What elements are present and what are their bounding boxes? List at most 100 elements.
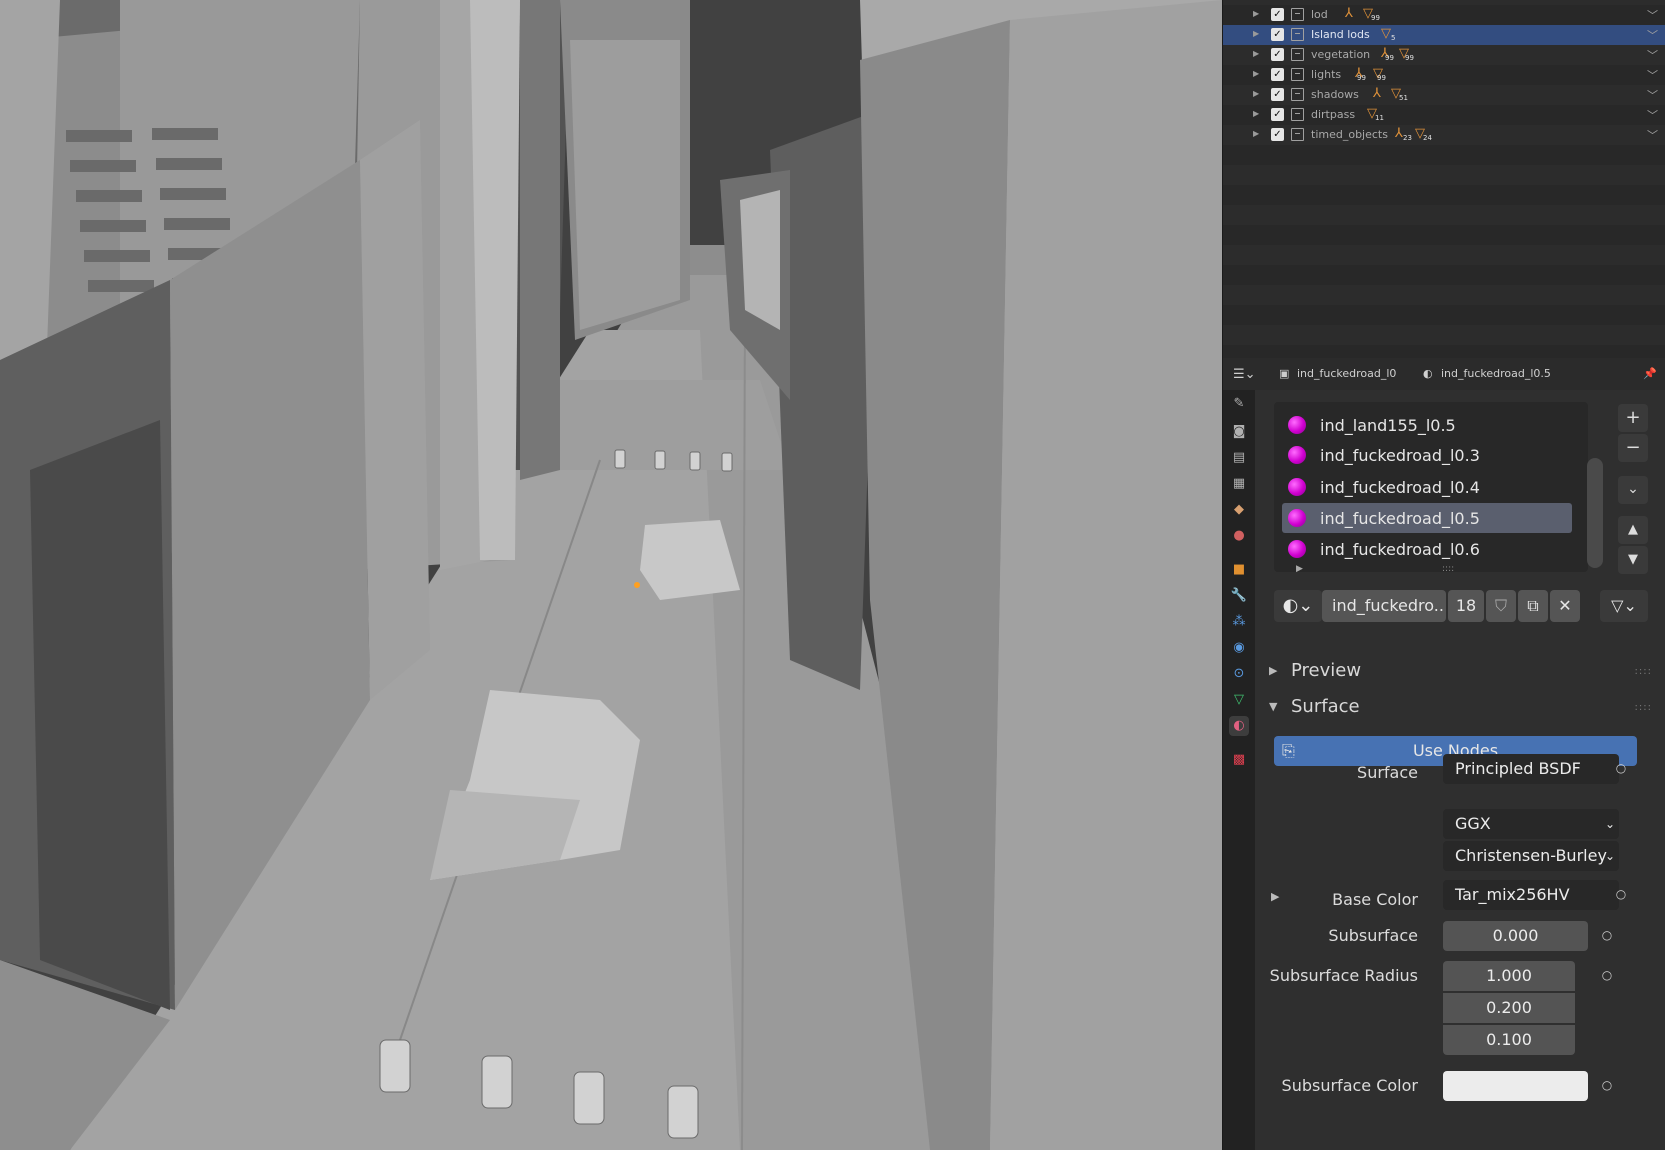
checkbox-icon[interactable]: ✓ (1271, 68, 1284, 81)
add-slot-button[interactable]: + (1618, 404, 1648, 432)
material-slot-label: ind_fuckedroad_l0.3 (1320, 446, 1480, 465)
duplicate-material-icon[interactable]: ⧉ (1518, 590, 1548, 622)
outliner-row-lights[interactable]: ▶ ✓ lights ⅄ 99 ▽ 99 ﹀ (1223, 65, 1665, 85)
editor-type-icon[interactable]: ☰⌄ (1233, 367, 1256, 382)
material-sphere-icon (1288, 416, 1306, 434)
move-slot-up-button[interactable]: ▲ (1618, 516, 1648, 544)
view-layer-tab-icon[interactable]: ▦ (1229, 474, 1249, 494)
outliner-row-vegetation[interactable]: ▶ ✓ vegetation ⅄ 99 ▽ 99 ﹀ (1223, 45, 1665, 65)
subsurface-radius-z-field[interactable]: 0.100 (1443, 1025, 1575, 1055)
distribution-dropdown[interactable]: GGX ⌄ (1443, 809, 1619, 839)
subsurface-field[interactable]: 0.000 (1443, 921, 1588, 951)
list-scrollbar[interactable] (1587, 458, 1603, 568)
preview-section-header[interactable]: ▶ Preview :::: (1255, 654, 1665, 690)
modifier-tab-icon[interactable]: 🔧 (1229, 586, 1249, 606)
checkbox-icon[interactable]: ✓ (1271, 88, 1284, 101)
remove-slot-button[interactable]: − (1618, 434, 1648, 462)
material-slot-label: ind_fuckedroad_l0.4 (1320, 478, 1480, 497)
material-slot[interactable]: ind_fuckedroad_l0.3 (1282, 440, 1572, 470)
fake-user-shield-icon[interactable]: ⛉ (1486, 590, 1516, 622)
checkbox-icon[interactable]: ✓ (1271, 8, 1284, 21)
subsurface-color-swatch[interactable] (1443, 1071, 1588, 1101)
collection-icon (1291, 8, 1304, 21)
material-tab-icon[interactable]: ◐ (1229, 716, 1249, 736)
outliner-row-lod[interactable]: ▶ ✓ lod ⅄ ▽ 99 ﹀ (1223, 5, 1665, 25)
object-data-icon: ▣ (1279, 367, 1290, 380)
outliner-row-label: Island lods (1311, 28, 1370, 41)
outliner[interactable]: ▶ ✓ lod ⅄ ▽ 99 ﹀ ▶ ✓ Island lods ▽ 5 ﹀ ▶… (1223, 0, 1665, 358)
slot-specials-button[interactable]: ⌄ (1618, 476, 1648, 504)
data-tab-icon[interactable]: ▽ (1229, 690, 1249, 710)
subsurface-radius-y-field[interactable]: 0.200 (1443, 993, 1575, 1023)
link-socket-icon[interactable]: ○ (1593, 921, 1621, 951)
checkbox-icon[interactable]: ✓ (1271, 108, 1284, 121)
expand-arrow-icon[interactable]: ▶ (1253, 109, 1259, 118)
subsurface-radius-x-field[interactable]: 1.000 (1443, 961, 1575, 991)
properties-header: ☰⌄ ▣ ind_fuckedroad_l0 ◐ ind_fuckedroad_… (1223, 359, 1665, 389)
chevron-icon[interactable]: ﹀ (1647, 107, 1658, 123)
drag-grip-icon[interactable]: :::: (1635, 702, 1652, 713)
material-slot-selected[interactable]: ind_fuckedroad_l0.5 (1282, 503, 1572, 533)
world-tab-icon[interactable]: ● (1229, 526, 1249, 546)
chevron-icon[interactable]: ﹀ (1647, 47, 1658, 63)
material-name-field[interactable]: ind_fuckedro.. (1322, 590, 1446, 622)
chevron-icon[interactable]: ﹀ (1647, 67, 1658, 83)
surface-section-header[interactable]: ▼ Surface :::: (1255, 690, 1665, 726)
tool-tab-icon[interactable]: ✎ (1229, 394, 1249, 414)
material-slot[interactable]: ind_fuckedroad_l0.4 (1282, 472, 1572, 502)
texture-tab-icon[interactable]: ▩ (1229, 750, 1249, 770)
outliner-row-island-lods[interactable]: ▶ ✓ Island lods ▽ 5 ﹀ (1223, 25, 1665, 45)
expand-arrow-icon[interactable]: ▶ (1253, 49, 1259, 58)
base-color-field[interactable]: Tar_mix256HV (1443, 880, 1619, 910)
pin-icon[interactable]: 📌 (1643, 367, 1657, 380)
browse-material-button[interactable]: ◐⌄ (1274, 590, 1322, 622)
object-tab-icon[interactable]: ■ (1229, 560, 1249, 580)
user-count-button[interactable]: 18 (1448, 590, 1484, 622)
outliner-row-dirtpass[interactable]: ▶ ✓ dirtpass ▽ 11 ﹀ (1223, 105, 1665, 125)
link-socket-icon[interactable]: ○ (1607, 754, 1635, 784)
physics-tab-icon[interactable]: ◉ (1229, 638, 1249, 658)
material-sphere-icon (1288, 509, 1306, 527)
material-slot[interactable]: ind_land155_l0.5 (1282, 410, 1572, 440)
outliner-row-shadows[interactable]: ▶ ✓ shadows ⅄ ▽ 51 ﹀ (1223, 85, 1665, 105)
expand-list-icon[interactable]: ▶ (1296, 564, 1303, 574)
constraints-tab-icon[interactable]: ⊙ (1229, 664, 1249, 684)
resize-grip-icon[interactable]: :::: (1442, 564, 1454, 574)
material-link-dropdown-icon[interactable]: ▽⌄ (1600, 590, 1648, 622)
scene-tab-icon[interactable]: ◆ (1229, 500, 1249, 520)
unlink-material-icon[interactable]: ✕ (1550, 590, 1580, 622)
material-slot-label: ind_land155_l0.5 (1320, 416, 1456, 435)
chevron-icon[interactable]: ﹀ (1647, 27, 1658, 43)
drag-grip-icon[interactable]: :::: (1635, 666, 1652, 677)
expand-arrow-icon[interactable]: ▶ (1253, 29, 1259, 38)
expand-arrow-icon[interactable]: ▶ (1253, 129, 1259, 138)
checkbox-icon[interactable]: ✓ (1271, 28, 1284, 41)
chevron-icon[interactable]: ﹀ (1647, 127, 1658, 143)
link-socket-icon[interactable]: ○ (1593, 1071, 1621, 1101)
link-socket-icon[interactable]: ○ (1607, 880, 1635, 910)
mesh-count: 51 (1399, 94, 1408, 102)
expand-arrow-icon[interactable]: ▶ (1253, 9, 1259, 18)
output-tab-icon[interactable]: ▤ (1229, 448, 1249, 468)
link-socket-icon[interactable]: ○ (1593, 961, 1621, 991)
particles-tab-icon[interactable]: ⁂ (1229, 612, 1249, 632)
chevron-icon[interactable]: ﹀ (1647, 87, 1658, 103)
expand-arrow-icon[interactable]: ▶ (1253, 69, 1259, 78)
3d-viewport[interactable] (0, 0, 1222, 1150)
checkbox-icon[interactable]: ✓ (1271, 48, 1284, 61)
expand-arrow-icon[interactable]: ▶ (1253, 89, 1259, 98)
surface-shader-field[interactable]: Principled BSDF (1443, 754, 1619, 784)
outliner-row-timed-objects[interactable]: ▶ ✓ timed_objects ⅄ 23 ▽ 24 ﹀ (1223, 125, 1665, 145)
preview-section-title: Preview (1291, 660, 1362, 681)
mesh-count: 5 (1391, 34, 1396, 42)
checkbox-icon[interactable]: ✓ (1271, 128, 1284, 141)
chevron-icon[interactable]: ﹀ (1647, 7, 1658, 23)
render-tab-icon[interactable]: ◙ (1229, 422, 1249, 442)
material-sphere-icon (1288, 446, 1306, 464)
subsurface-method-dropdown[interactable]: Christensen-Burley ⌄ (1443, 841, 1619, 871)
right-panels: ▶ ✓ lod ⅄ ▽ 99 ﹀ ▶ ✓ Island lods ▽ 5 ﹀ ▶… (1222, 0, 1665, 1150)
material-slot[interactable]: ind_fuckedroad_l0.6 (1282, 534, 1572, 564)
move-slot-down-button[interactable]: ▼ (1618, 546, 1648, 574)
mesh-count: 99 (1405, 54, 1414, 62)
material-slot-list[interactable]: ind_land155_l0.5 ind_fuckedroad_l0.3 ind… (1274, 402, 1603, 574)
